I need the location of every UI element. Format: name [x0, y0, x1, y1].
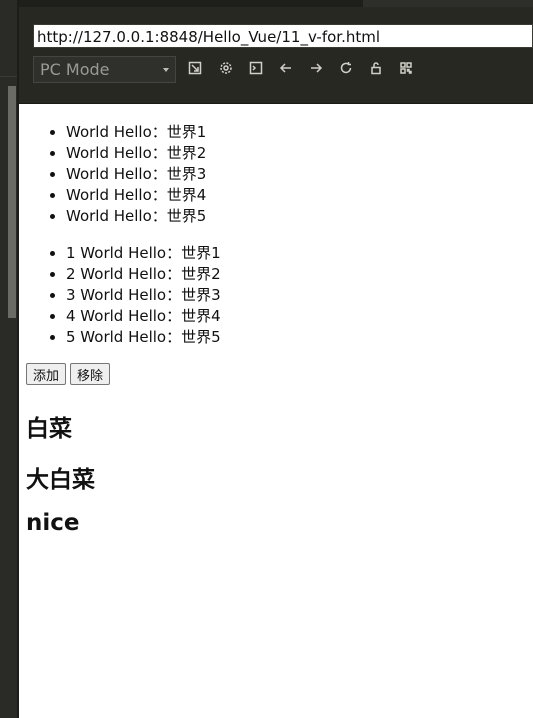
refresh-icon[interactable]: [336, 58, 356, 78]
item-list: World Hello：世界1 World Hello：世界2 World He…: [66, 122, 206, 227]
indexed-item-list: 1 World Hello：世界1 2 World Hello：世界2 3 Wo…: [66, 243, 221, 348]
remove-button[interactable]: 移除: [70, 363, 111, 385]
button-group: 添加 移除: [26, 363, 111, 385]
url-input[interactable]: http://127.0.0.1:8848/Hello_Vue/11_v-for…: [33, 24, 533, 48]
editor-gutter: [0, 0, 19, 718]
add-button[interactable]: 添加: [26, 363, 67, 385]
list-item: World Hello：世界5: [66, 206, 206, 227]
list-item: World Hello：世界4: [66, 185, 206, 206]
lock-icon[interactable]: [366, 58, 386, 78]
list-item: 3 World Hello：世界3: [66, 285, 221, 306]
editor-scrollbar[interactable]: [8, 86, 16, 318]
mode-select[interactable]: PC Mode: [33, 56, 176, 83]
list-item: 1 World Hello：世界1: [66, 243, 221, 264]
qr-code-icon[interactable]: [396, 58, 416, 78]
list-item: World Hello：世界1: [66, 122, 206, 143]
browser-toolbar: http://127.0.0.1:8848/Hello_Vue/11_v-for…: [19, 0, 533, 103]
back-icon[interactable]: [276, 58, 296, 78]
list-item: World Hello：世界2: [66, 143, 206, 164]
list-item: 5 World Hello：世界5: [66, 327, 221, 348]
mode-select-label: PC Mode: [40, 60, 110, 79]
open-external-icon[interactable]: [185, 58, 205, 78]
list-item: 4 World Hello：世界4: [66, 306, 221, 327]
toolbar-top-accent: [363, 0, 533, 7]
list-item: 2 World Hello：世界2: [66, 264, 221, 285]
console-icon[interactable]: [246, 58, 266, 78]
list-item: World Hello：世界3: [66, 164, 206, 185]
heading-2: 大白菜: [26, 467, 95, 493]
forward-icon[interactable]: [306, 58, 326, 78]
page-viewport: World Hello：世界1 World Hello：世界2 World He…: [19, 103, 533, 718]
heading-3: nice: [26, 510, 80, 536]
heading-1: 白菜: [26, 416, 72, 442]
settings-icon[interactable]: [216, 58, 236, 78]
chevron-down-icon: [163, 68, 169, 72]
